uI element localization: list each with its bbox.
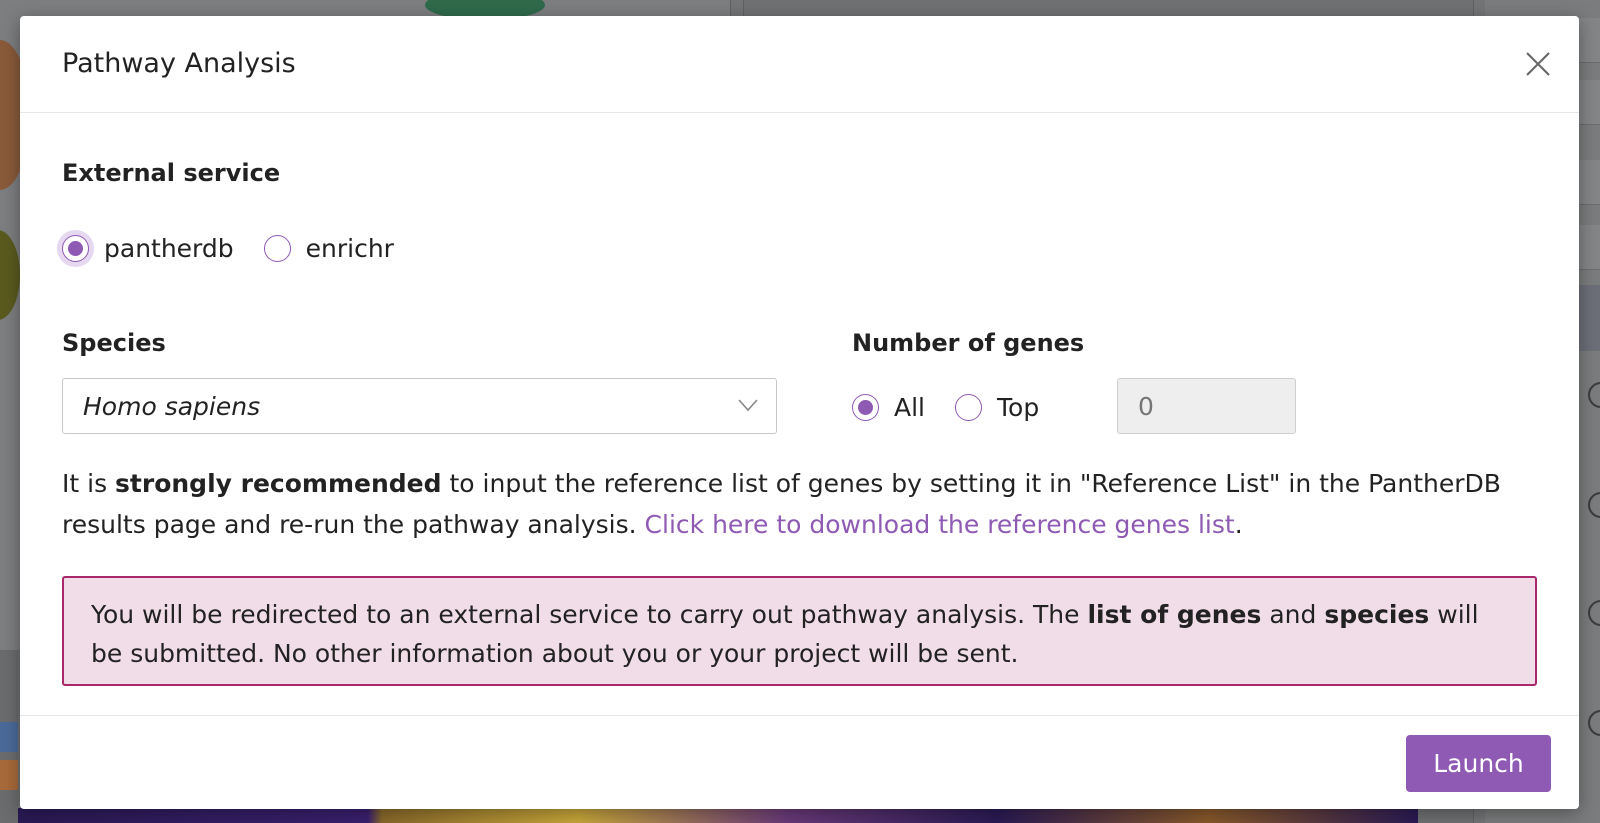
- background-heatmap: [18, 808, 1418, 823]
- radio-button-all[interactable]: [852, 394, 879, 421]
- external-service-label: External service: [62, 159, 281, 187]
- top-genes-count-input[interactable]: [1117, 378, 1296, 434]
- radio-button-top[interactable]: [955, 394, 982, 421]
- alert-emphasis-species: species: [1324, 600, 1430, 629]
- alert-text: and: [1261, 600, 1325, 629]
- alert-text: You will be redirected to an external se…: [91, 600, 1088, 629]
- radio-option-all[interactable]: All: [852, 393, 925, 422]
- radio-label-all: All: [894, 393, 925, 422]
- modal-title: Pathway Analysis: [62, 48, 296, 79]
- recommendation-emphasis: strongly recommended: [115, 469, 442, 498]
- pathway-analysis-modal: Pathway Analysis External service panthe…: [20, 16, 1579, 809]
- radio-option-enrichr[interactable]: enrichr: [263, 234, 394, 263]
- close-icon: [1526, 52, 1550, 76]
- radio-button-enrichr[interactable]: [263, 235, 291, 262]
- launch-button[interactable]: Launch: [1406, 735, 1551, 792]
- chevron-down-icon: [738, 399, 758, 412]
- close-button[interactable]: [1523, 49, 1553, 79]
- radio-label-pantherdb: pantherdb: [104, 234, 234, 263]
- species-label: Species: [62, 329, 166, 357]
- recommendation-prefix: It is: [62, 469, 116, 498]
- radio-label-enrichr: enrichr: [305, 234, 394, 263]
- external-service-radio-group: pantherdb enrichr: [62, 234, 424, 263]
- species-selected-value: Homo sapiens: [83, 391, 261, 421]
- download-reference-genes-link[interactable]: Click here to download the reference gen…: [645, 510, 1235, 539]
- radio-label-top: Top: [997, 393, 1040, 422]
- species-select[interactable]: Homo sapiens: [62, 378, 777, 434]
- number-of-genes-label: Number of genes: [852, 329, 1085, 357]
- radio-button-pantherdb[interactable]: [62, 235, 89, 262]
- radio-option-top[interactable]: Top: [955, 393, 1039, 422]
- background-legend-strip: [0, 650, 18, 823]
- recommendation-suffix: .: [1234, 510, 1243, 539]
- redirect-warning-alert: You will be redirected to an external se…: [62, 576, 1537, 686]
- radio-option-pantherdb[interactable]: pantherdb: [62, 234, 234, 263]
- recommendation-text: It is strongly recommended to input the …: [62, 463, 1537, 545]
- modal-header: Pathway Analysis: [20, 16, 1579, 113]
- number-of-genes-radio-group: All Top: [852, 393, 1069, 422]
- alert-emphasis-genes: list of genes: [1087, 600, 1262, 629]
- modal-footer: Launch: [20, 715, 1579, 810]
